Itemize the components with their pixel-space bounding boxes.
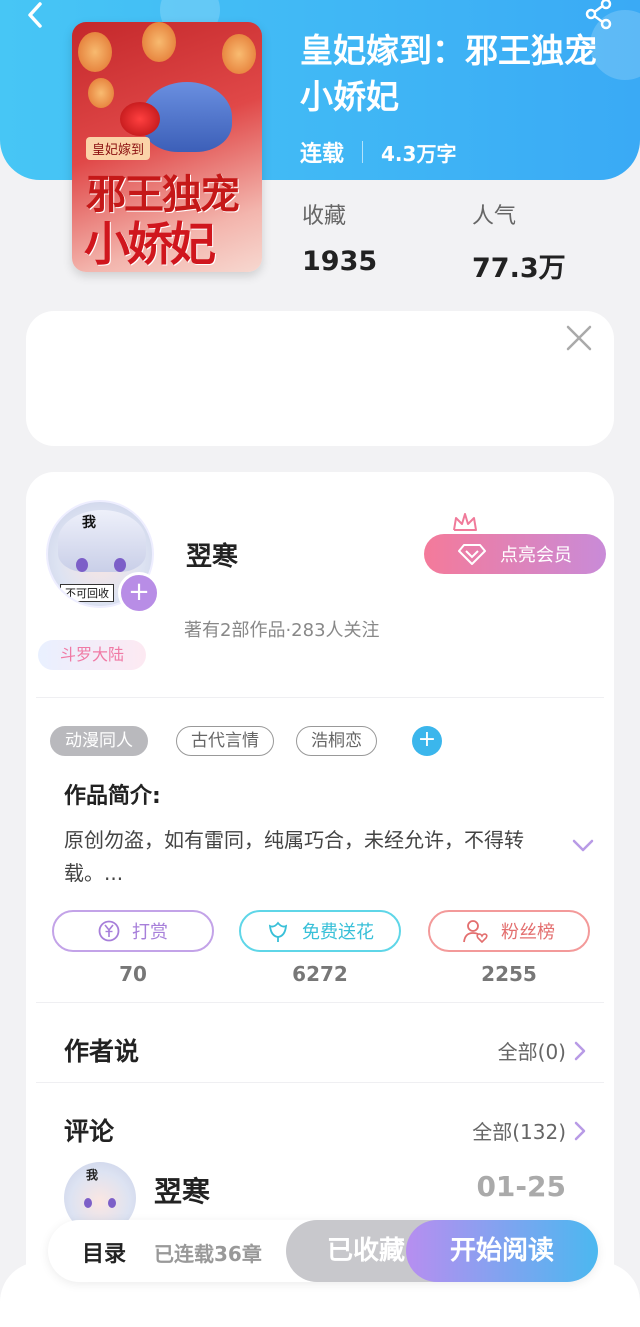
word-count: 4.3万字 [381,141,457,166]
reward-button[interactable]: 打赏 [52,910,214,952]
diamond-icon [458,544,486,565]
tag-item[interactable]: 浩桐恋 [296,726,377,756]
comments-title: 评论 [64,1117,115,1146]
avatar-sign: 不可回收 [60,584,114,602]
vip-button[interactable]: 点亮会员 [424,534,606,574]
ad-banner[interactable] [26,311,614,446]
reward-count: 70 [119,962,147,986]
reward-label: 打赏 [132,922,168,943]
comments-all-label: 全部(132) [472,1120,566,1144]
commenter-name: 翌寒 [154,1175,211,1208]
cover-subtitle: 皇妃嫁到 [86,137,151,160]
divider [36,1002,604,1003]
vip-label: 点亮会员 [500,545,572,566]
flower-count: 6272 [292,962,348,986]
flower-icon [268,921,288,942]
comment-date: 01-25 [476,1170,566,1203]
send-flower-label: 免费送花 [302,922,374,943]
divider [36,1082,604,1083]
favorites-stat: 收藏 1935 [302,198,377,277]
divider [36,697,604,698]
crown-icon [453,513,477,531]
popularity-label: 人气 [472,204,517,229]
close-icon[interactable] [566,325,592,351]
chevron-down-icon[interactable] [570,836,596,856]
favorites-value: 1935 [302,246,378,277]
author-name[interactable]: 翌寒 [186,536,238,573]
commenter-avatar-text: 我 [86,1168,99,1182]
tag-item[interactable]: 动漫同人 [50,726,148,756]
status-label: 连载 [300,142,345,167]
book-cover[interactable]: 皇妃嫁到 邪王独宠 小娇妃 [72,22,262,272]
fan-badge: 斗罗大陆 [38,640,147,670]
toc-button[interactable]: 目录 [82,1236,126,1268]
comments-all-link[interactable]: 全部(132) [472,1116,586,1145]
author-says-all-label: 全部(0) [497,1040,566,1064]
share-button[interactable] [584,0,614,30]
chevron-right-icon [574,1041,586,1060]
tag-item[interactable]: 古代言情 [176,726,274,756]
favorites-label: 收藏 [302,204,347,229]
intro-text: 原创勿盗，如有雷同，纯属巧合，未经允许，不得转载。... [64,828,524,885]
back-button[interactable] [22,0,52,30]
book-detail-card: 我 不可回收 + 斗罗大陆 翌寒 著有2部作品·283人关注 点亮会员 动漫同人… [26,472,614,1327]
fans-rank-label: 粉丝榜 [501,922,555,943]
author-says-title: 作者说 [64,1037,140,1066]
fans-rank-button[interactable]: 粉丝榜 [428,910,590,952]
author-says-all-link[interactable]: 全部(0) [498,1036,586,1065]
book-meta: 连载 4.3万字 [300,136,456,168]
follow-author-button[interactable]: + [118,572,160,614]
popularity-value: 77.3万 [472,253,566,284]
user-heart-icon [463,920,488,943]
book-title: 皇妃嫁到：邪王独宠小娇妃 [300,31,597,116]
plus-icon: + [417,727,437,752]
avatar-text: 我 [82,515,96,531]
popularity-stat: 人气 77.3万 [472,198,566,285]
send-flower-button[interactable]: 免费送花 [239,910,401,952]
chevron-left-icon [28,2,42,28]
bottom-action-bar: 目录 已连载36章 已收藏 开始阅读 [48,1220,598,1282]
share-icon [585,0,612,30]
intro-title: 作品简介: [64,784,161,809]
add-tag-button[interactable]: + [412,726,442,756]
author-stats: 著有2部作品·283人关注 [184,620,380,641]
plus-icon: + [128,577,150,607]
fans-count: 2255 [481,962,537,986]
cover-title-line2: 小娇妃 [84,217,216,271]
meta-divider [362,141,364,163]
yuan-coin-icon [98,920,120,942]
chapter-count[interactable]: 已连载36章 [154,1238,262,1267]
start-reading-button[interactable]: 开始阅读 [406,1220,598,1282]
chevron-right-icon [574,1121,586,1140]
